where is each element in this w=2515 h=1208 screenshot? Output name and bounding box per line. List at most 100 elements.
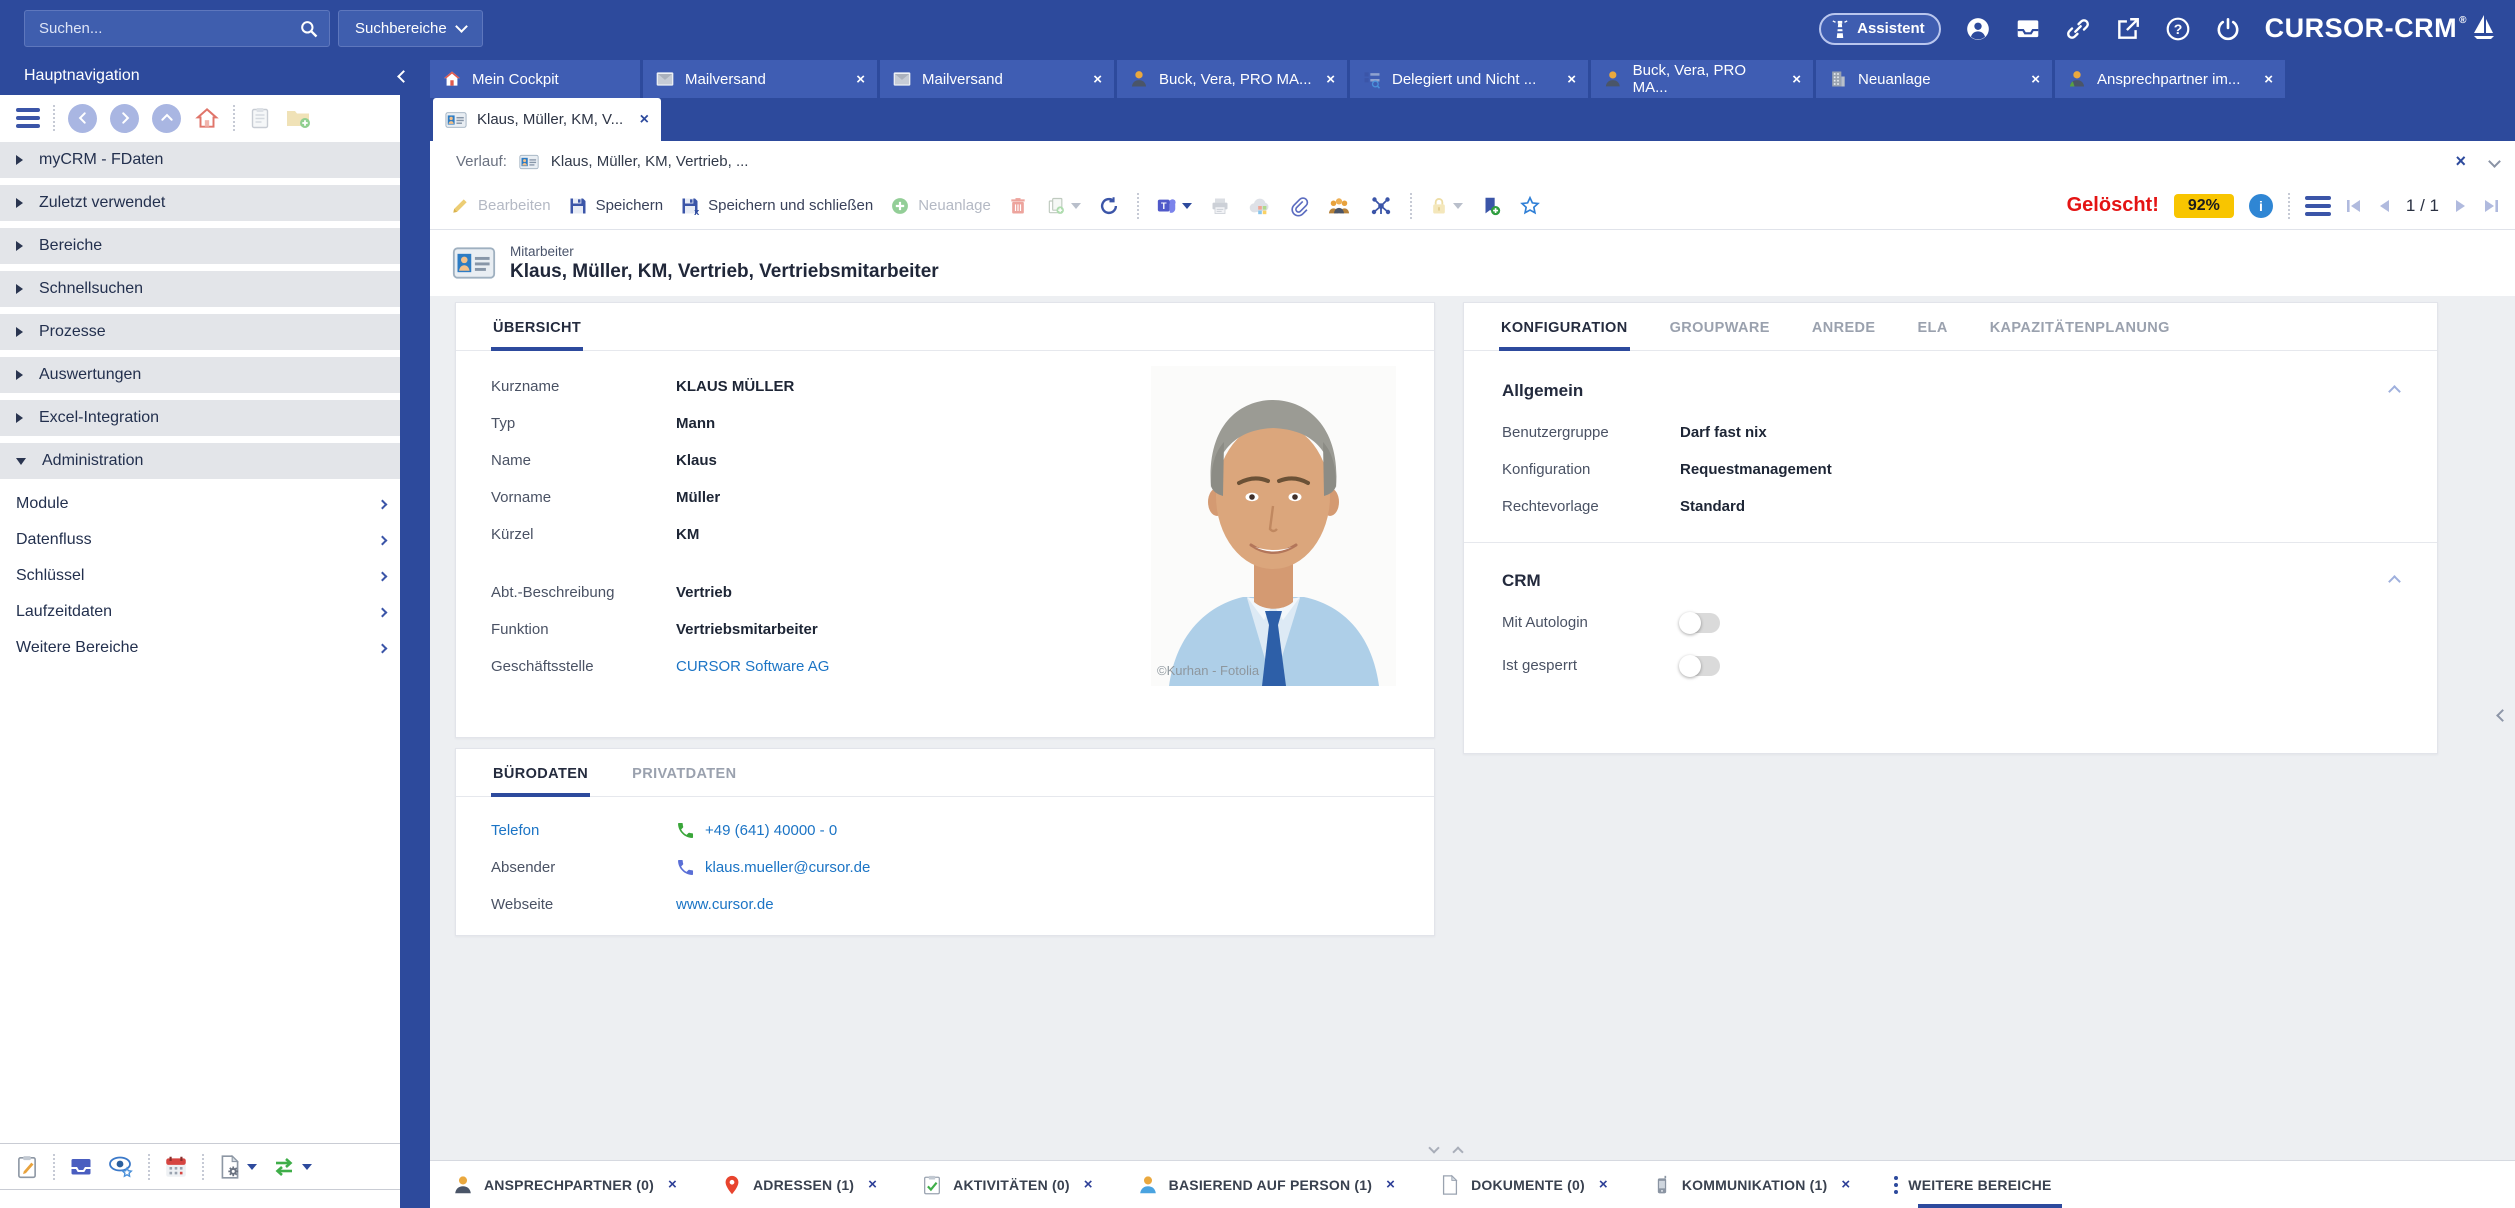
chevron-up-icon[interactable] <box>1452 1146 1463 1157</box>
close-icon[interactable]: × <box>1841 1176 1850 1193</box>
tab-mailversand-1[interactable]: Mailversand× <box>643 60 877 98</box>
sidebar-group-auswertungen[interactable]: Auswertungen <box>0 357 400 393</box>
print-icon[interactable] <box>1209 196 1231 216</box>
user-account-icon[interactable] <box>1965 16 1991 42</box>
bottomtab-aktivitaeten[interactable]: AKTIVITÄTEN (0) × <box>921 1161 1093 1208</box>
tab-buck-vera-2[interactable]: Buck, Vera, PRO MA...× <box>1591 60 1813 98</box>
cloud-office-icon[interactable] <box>1248 196 1272 216</box>
data-quality-badge[interactable]: 92% <box>2174 194 2234 218</box>
bottomtab-dokumente[interactable]: DOKUMENTE (0) × <box>1439 1161 1608 1208</box>
bottomtab-basierend-auf-person[interactable]: BASIEREND AUF PERSON (1) × <box>1137 1161 1395 1208</box>
list-view-icon[interactable] <box>2305 196 2331 216</box>
tab-groupware[interactable]: GROUPWARE <box>1668 320 1772 350</box>
search-icon[interactable] <box>299 19 319 39</box>
home-icon[interactable] <box>194 105 220 131</box>
tab-kapazitaetenplanung[interactable]: KAPAZITÄTENPLANUNG <box>1988 320 2172 350</box>
relations-icon[interactable] <box>1369 194 1393 218</box>
locked-toggle[interactable] <box>1680 656 1720 676</box>
tab-neuanlage[interactable]: Neuanlage× <box>1816 60 2052 98</box>
tab-mailversand-2[interactable]: Mailversand× <box>880 60 1114 98</box>
collapse-panel-icon[interactable] <box>2496 709 2509 722</box>
bottomtab-ansprechpartner[interactable]: ANSPRECHPARTNER (0) × <box>452 1161 677 1208</box>
search-scope-dropdown[interactable]: Suchbereiche <box>338 10 483 47</box>
tab-uebersicht[interactable]: ÜBERSICHT <box>491 320 583 350</box>
geschaeftsstelle-link[interactable]: CURSOR Software AG <box>676 658 829 675</box>
tab-anrede[interactable]: ANREDE <box>1810 320 1878 350</box>
website-link[interactable]: www.cursor.de <box>676 896 774 913</box>
bookmark-add-icon[interactable] <box>1480 195 1502 217</box>
global-search[interactable] <box>24 10 330 47</box>
assistant-button[interactable]: Assistent <box>1819 13 1941 45</box>
close-icon[interactable]: × <box>868 1176 877 1193</box>
nav-up-button[interactable] <box>152 104 181 133</box>
create-new-button[interactable]: Neuanlage <box>890 196 991 216</box>
clipboard-edit-icon[interactable] <box>14 1154 40 1180</box>
sidebar-group-administration[interactable]: Administration <box>0 443 400 479</box>
nav-forward-button[interactable] <box>110 104 139 133</box>
last-record-icon[interactable] <box>2483 199 2499 213</box>
sidebar-group-excel[interactable]: Excel-Integration <box>0 400 400 436</box>
sidebar-group-zuletzt[interactable]: Zuletzt verwendet <box>0 185 400 221</box>
sidebar-item-schluessel[interactable]: Schlüssel <box>0 558 400 594</box>
close-icon[interactable]: × <box>668 1176 677 1193</box>
tab-privatdaten[interactable]: PRIVATDATEN <box>630 766 738 796</box>
sidebar-item-module[interactable]: Module <box>0 486 400 522</box>
sidebar-group-schnellsuchen[interactable]: Schnellsuchen <box>0 271 400 307</box>
sidebar-group-prozesse[interactable]: Prozesse <box>0 314 400 350</box>
search-input[interactable] <box>39 20 299 37</box>
report-document-button[interactable] <box>217 1154 257 1180</box>
tab-ansprechpartner[interactable]: Ansprechpartner im...× <box>2055 60 2285 98</box>
sidebar-item-laufzeitdaten[interactable]: Laufzeitdaten <box>0 594 400 630</box>
chevron-down-icon[interactable] <box>1428 1142 1439 1153</box>
tab-mein-cockpit[interactable]: Mein Cockpit <box>430 60 640 98</box>
nav-back-button[interactable] <box>68 104 97 133</box>
watch-favorite-icon[interactable] <box>107 1154 135 1180</box>
tab-buck-vera-1[interactable]: Buck, Vera, PRO MA...× <box>1117 60 1347 98</box>
info-icon[interactable]: i <box>2249 194 2273 218</box>
close-icon[interactable]: × <box>1093 71 1102 88</box>
save-and-close-button[interactable]: x Speichern und schließen <box>680 196 873 216</box>
history-entry[interactable]: Klaus, Müller, KM, Vertrieb, ... <box>551 153 749 170</box>
attachment-icon[interactable] <box>1289 195 1309 217</box>
close-icon[interactable]: × <box>2031 71 2040 88</box>
close-icon[interactable]: × <box>1084 1176 1093 1193</box>
help-icon[interactable]: ? <box>2165 16 2191 42</box>
close-icon[interactable]: × <box>1567 71 1576 88</box>
close-icon[interactable]: × <box>856 71 865 88</box>
collapse-section-icon[interactable] <box>2388 385 2401 398</box>
calendar-icon[interactable] <box>163 1154 189 1180</box>
team-group-icon[interactable] <box>1326 195 1352 217</box>
close-icon[interactable]: × <box>2264 71 2273 88</box>
employee-photo[interactable]: ©Kurhan - Fotolia <box>1151 366 1396 686</box>
tab-klaus-mueller[interactable]: Klaus, Müller, KM, V... × <box>433 98 661 141</box>
refresh-icon[interactable] <box>1098 195 1120 217</box>
external-link-icon[interactable] <box>2115 16 2141 42</box>
sidebar-group-bereiche[interactable]: Bereiche <box>0 228 400 264</box>
email-link[interactable]: klaus.mueller@cursor.de <box>705 859 870 876</box>
teams-button[interactable]: T <box>1156 195 1192 217</box>
sidebar-item-weitere-bereiche[interactable]: Weitere Bereiche <box>0 630 400 666</box>
rights-lock-button[interactable] <box>1429 196 1463 216</box>
copy-record-button[interactable] <box>1045 196 1081 216</box>
folder-add-icon[interactable] <box>285 106 311 130</box>
tab-konfiguration[interactable]: KONFIGURATION <box>1499 320 1630 350</box>
save-button[interactable]: Speichern <box>568 196 664 216</box>
close-icon[interactable]: × <box>640 111 649 129</box>
bottomtab-adressen[interactable]: ADRESSEN (1) × <box>721 1161 877 1208</box>
tab-ela[interactable]: ELA <box>1915 320 1949 350</box>
logout-power-icon[interactable] <box>2215 16 2241 42</box>
edit-button[interactable]: Bearbeiten <box>450 196 551 216</box>
favorite-star-icon[interactable] <box>1519 195 1541 217</box>
sidebar-collapse-icon[interactable] <box>397 70 410 83</box>
close-icon[interactable]: × <box>1792 71 1801 88</box>
chevron-down-icon[interactable] <box>2488 155 2501 168</box>
delete-icon[interactable] <box>1008 196 1028 216</box>
sidebar-group-mycrm[interactable]: myCRM - FDaten <box>0 142 400 178</box>
sync-button[interactable] <box>270 1155 312 1179</box>
clipboard-icon[interactable] <box>248 106 272 130</box>
tab-buerodaten[interactable]: BÜRODATEN <box>491 766 590 796</box>
link-icon[interactable] <box>2065 16 2091 42</box>
tab-delegiert[interactable]: Delegiert und Nicht ...× <box>1350 60 1588 98</box>
close-icon[interactable]: × <box>2455 151 2466 172</box>
bottomtab-weitere-bereiche[interactable]: WEITERE BEREICHE <box>1894 1161 2051 1208</box>
